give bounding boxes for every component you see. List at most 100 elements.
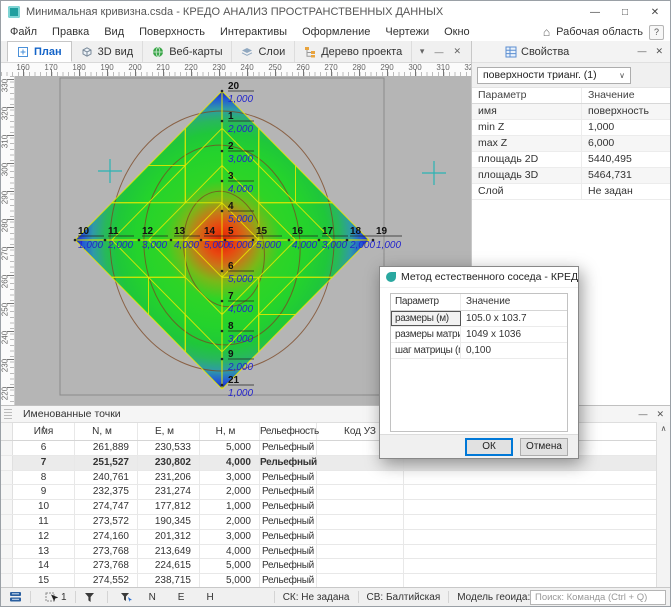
filter-icon[interactable] [84,592,95,603]
point-elevation-label: 3,000 [322,240,347,251]
col-h[interactable]: H, м [200,423,260,440]
points-close-icon[interactable]: ✕ [656,409,664,420]
tab-dropdown-icon[interactable]: ▾ [420,46,425,57]
menu-edit[interactable]: Правка [52,26,89,38]
maximize-button[interactable]: □ [610,1,640,23]
selection-count-indicator[interactable]: 1 [45,591,67,603]
h-ruler-label: 160 [14,63,32,72]
dialog-table: Параметр Значение размеры (м)105.0 x 103… [390,293,568,432]
close-button[interactable]: ✕ [640,1,670,23]
tab-3d-view[interactable]: 3D вид [72,41,144,62]
chevron-down-icon: ∨ [619,71,625,80]
properties-close-icon[interactable]: ✕ [655,46,663,57]
ok-button[interactable]: ОК [465,438,513,456]
property-row[interactable]: max Z6,000 [472,136,670,152]
properties-col-param[interactable]: Параметр [472,88,582,103]
plan-icon [17,46,29,58]
point-elevation-label: 6,000 [228,240,253,251]
menu-window[interactable]: Окно [444,26,470,38]
layers-status-icon[interactable] [9,591,22,603]
menu-interactives[interactable]: Интерактивы [220,26,287,38]
point-elevation-label: 2,000 [349,240,375,251]
menu-drawings[interactable]: Чертежи [385,26,429,38]
minimize-button[interactable]: — [580,1,610,23]
dialog-title-bar[interactable]: Метод естественного соседа - КРЕДО АНАЛИ… [380,267,578,288]
point-elevation-label: 5,000 [256,240,281,251]
points-minimize-icon[interactable]: — [638,409,647,420]
coord-e-label: E [178,592,185,603]
dialog-row[interactable]: размеры (м)105.0 x 103.7 [391,311,567,327]
point-row[interactable]: 8240,761231,2063,000Рельефный [1,471,670,486]
point-number-label: 5 [228,226,234,237]
property-row[interactable]: СлойНе задан [472,184,670,200]
panel-grip[interactable] [4,409,12,419]
menu-bar: Файл Правка Вид Поверхность Интерактивы … [1,23,670,42]
col-name[interactable]: ▲Имя [13,423,75,440]
property-row[interactable]: площадь 2D5440,495 [472,152,670,168]
menu-view[interactable]: Вид [104,26,124,38]
point-number-label: 19 [376,226,388,237]
height-system-status[interactable]: СВ: Балтийская [367,592,441,603]
point-row[interactable]: 11273,572190,3452,000Рельефный [1,515,670,530]
properties-col-value[interactable]: Значение [582,88,670,103]
property-row[interactable]: имяповерхность [472,104,670,120]
layers-icon [241,46,253,58]
h-ruler-label: 260 [294,63,312,72]
point-number-label: 10 [78,226,90,237]
menu-surface[interactable]: Поверхность [139,26,205,38]
point-row[interactable]: 12274,160201,3123,000Рельефный [1,530,670,545]
tab-layers[interactable]: Слои [232,41,295,62]
h-ruler-label: 240 [238,63,256,72]
coord-h-label: H [206,592,213,603]
tab-minimize-icon[interactable]: — [434,47,443,57]
point-row[interactable]: 9232,375231,2742,000Рельефный [1,485,670,500]
point-elevation-label: 3,000 [228,154,253,165]
col-e[interactable]: E, м [138,423,200,440]
h-ruler-label: 310 [434,63,452,72]
v-ruler-label: 300 [1,160,10,180]
help-icon[interactable]: ? [649,25,664,40]
window-title: Минимальная кривизна.csda - КРЕДО АНАЛИЗ… [26,6,443,18]
home-icon[interactable]: ⌂ [543,25,550,39]
sort-asc-icon: ▲ [41,420,47,437]
v-ruler-label: 330 [1,76,10,96]
points-scrollbar[interactable]: ∧ [656,422,670,589]
point-number-label: 20 [228,81,240,92]
workspace-button[interactable]: Рабочая область [556,26,643,38]
v-ruler-label: 290 [1,188,10,208]
select-cursor-icon [45,591,58,603]
tab-plan[interactable]: План [7,41,72,62]
tab-project-tree[interactable]: Дерево проекта [295,41,412,62]
v-ruler-label: 240 [1,328,10,348]
command-search-input[interactable]: Поиск: Команда (Ctrl + Q) [530,590,666,605]
col-n[interactable]: N, м [75,423,138,440]
dialog-col-param[interactable]: Параметр [391,294,461,310]
col-relief[interactable]: Рельефность [260,423,317,440]
dialog-row[interactable]: шаг матрицы (м)0,100 [391,343,567,359]
point-row[interactable]: 10274,747177,8121,000Рельефный [1,500,670,515]
properties-header[interactable]: Свойства — ✕ [472,41,670,63]
h-ruler-label: 180 [70,63,88,72]
scroll-up-icon[interactable]: ∧ [661,424,667,433]
properties-minimize-icon[interactable]: — [637,46,646,57]
menu-decoration[interactable]: Оформление [302,26,370,38]
coord-system-status[interactable]: СК: Не задана [283,592,350,603]
tab-close-icon[interactable]: ✕ [453,46,461,57]
object-selector-dropdown[interactable]: поверхности трианг. (1) ∨ [477,67,631,84]
filter-selected-icon[interactable] [120,592,133,603]
point-number-label: 15 [256,226,268,237]
point-elevation-label: 5,000 [204,240,229,251]
vertical-ruler: 330320310300290280270260250240230220 [1,76,15,405]
point-elevation-label: 1,000 [228,94,253,105]
point-row[interactable]: 13273,768213,6494,000Рельефный [1,545,670,560]
cancel-button[interactable]: Отмена [520,438,568,456]
view-tab-strip: План 3D вид Веб-карты Слои Дерево проект… [1,41,471,63]
property-row[interactable]: площадь 3D5464,731 [472,168,670,184]
point-row[interactable]: 14273,768224,6155,000Рельефный [1,559,670,574]
dialog-row[interactable]: размеры матрицы1049 x 1036 [391,327,567,343]
property-row[interactable]: min Z1,000 [472,120,670,136]
h-ruler-label: 280 [350,63,368,72]
menu-file[interactable]: Файл [10,26,37,38]
dialog-col-value[interactable]: Значение [461,294,567,310]
tab-web-maps[interactable]: Веб-карты [143,41,232,62]
